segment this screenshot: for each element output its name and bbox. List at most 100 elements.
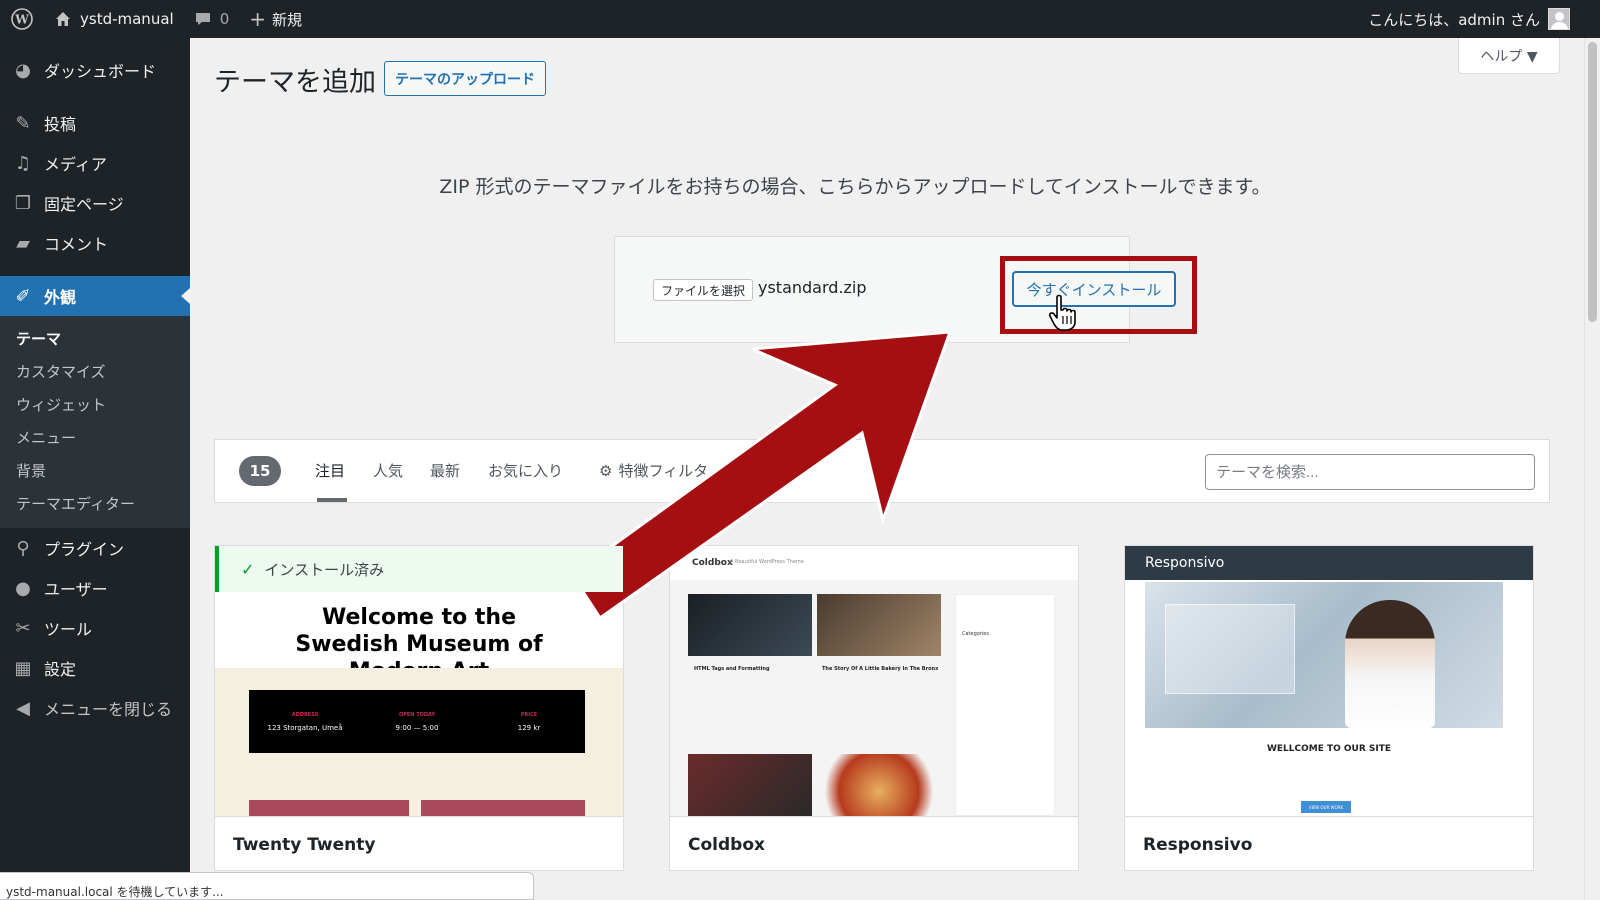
sidebar-item-label: プラグイン: [44, 540, 125, 559]
help-tab-button[interactable]: ヘルプ ▼: [1458, 38, 1560, 74]
submenu-background[interactable]: 背景: [0, 454, 190, 487]
theme-filter-bar: 15 注目 人気 最新 お気に入り ⚙ 特徴フィルタ: [214, 439, 1550, 503]
submenu-theme-editor[interactable]: テーマエディター: [0, 487, 190, 520]
tab-feature-filter[interactable]: ⚙ 特徴フィルタ: [599, 460, 708, 481]
theme-name: Twenty Twenty: [215, 816, 623, 870]
theme-name: Responsivo: [1125, 816, 1533, 870]
theme-search-input[interactable]: [1205, 454, 1535, 490]
plugin-icon: ⚲: [16, 537, 30, 559]
sidebar-item-label: メディア: [44, 155, 107, 174]
highlight-box: [1000, 256, 1197, 334]
main-content: テーマを追加 テーマのアップロード ヘルプ ▼ ZIP 形式のテーマファイルをお…: [190, 38, 1584, 900]
sidebar-item-posts[interactable]: ✎ 投稿: [0, 103, 190, 143]
comments-link[interactable]: 0: [184, 0, 240, 38]
comment-bubble-icon: [195, 13, 210, 25]
preview-post-image: [688, 754, 812, 816]
info-label: OPEN TODAY: [398, 711, 436, 718]
info-value: 129 kr: [517, 723, 541, 732]
sidebar-item-dashboard[interactable]: ◕ ダッシュボード: [0, 50, 190, 90]
tab-latest[interactable]: 最新: [430, 460, 460, 481]
theme-name: Coldbox: [670, 816, 1078, 870]
dashboard-icon: ◕: [15, 59, 31, 81]
submenu-themes[interactable]: テーマ: [0, 322, 190, 355]
preview-post-image: [817, 754, 941, 816]
theme-card-coldbox[interactable]: Coldbox A Beautiful WordPress Theme HTML…: [669, 545, 1079, 871]
active-tab-indicator: [317, 498, 347, 502]
theme-count-badge: 15: [239, 456, 281, 486]
settings-icon: ▦: [14, 657, 32, 679]
hand-cursor-icon: [1049, 294, 1076, 331]
site-name-link[interactable]: ystd-manual: [44, 0, 184, 38]
info-value: 9:00 — 5:00: [395, 723, 439, 732]
sidebar-collapse-menu[interactable]: ◀ メニューを閉じる: [0, 688, 190, 728]
theme-card-twenty-twenty[interactable]: ✓ インストール済み Welcome to the Swedish Museum…: [214, 545, 624, 871]
sidebar-item-label: コメント: [44, 235, 109, 254]
sidebar-item-tools[interactable]: ✂ ツール: [0, 608, 190, 648]
info-value: 123 Storgatan, Umeå: [267, 723, 343, 732]
preview-post-title: HTML Tags and Formatting: [694, 666, 770, 672]
preview-sidebar: Categories: [955, 594, 1055, 816]
sidebar-item-media[interactable]: ♫ メディア: [0, 143, 190, 183]
comment-icon: ▰: [16, 232, 30, 254]
installed-label: インストール済み: [264, 560, 385, 579]
home-icon: [56, 12, 70, 26]
submenu-customize[interactable]: カスタマイズ: [0, 355, 190, 388]
preview-logo: Coldbox: [692, 558, 733, 568]
tab-featured[interactable]: 注目: [315, 460, 345, 481]
checkmark-icon: ✓: [241, 559, 255, 579]
greeting: こんにちは、admin さん: [1368, 10, 1540, 29]
new-label: 新規: [272, 10, 303, 29]
installed-notice: ✓ インストール済み: [215, 546, 623, 592]
theme-card-responsivo[interactable]: Responsivo WELLCOME TO OUR SITE VIEW OUR…: [1124, 545, 1534, 871]
preview-hero-image: [1145, 582, 1503, 728]
preview-logo: Responsivo: [1145, 555, 1225, 571]
admin-bar: W ystd-manual 0 + 新規 こんにちは、admin さん: [0, 0, 1600, 38]
upload-theme-button[interactable]: テーマのアップロード: [384, 61, 546, 96]
gear-icon: ⚙: [599, 462, 613, 480]
submenu-widgets[interactable]: ウィジェット: [0, 388, 190, 421]
admin-sidebar: ◕ ダッシュボード ✎ 投稿 ♫ メディア ❐ 固定ページ ▰ コメント ✐ 外…: [0, 38, 190, 900]
new-content-link[interactable]: + 新規: [239, 0, 312, 38]
preview-header: Responsivo: [1125, 546, 1533, 580]
feature-filter-label: 特徴フィルタ: [618, 462, 709, 480]
sidebar-item-appearance[interactable]: ✐ 外観: [0, 276, 190, 316]
info-label: PRICE: [520, 711, 538, 718]
sidebar-item-pages[interactable]: ❐ 固定ページ: [0, 183, 190, 223]
account-menu[interactable]: こんにちは、admin さん: [1368, 8, 1600, 30]
tab-popular[interactable]: 人気: [373, 460, 403, 481]
sidebar-item-label: 固定ページ: [44, 195, 124, 214]
media-icon: ♫: [14, 152, 32, 174]
sidebar-item-users[interactable]: ● ユーザー: [0, 568, 190, 608]
preview-image-block: [249, 800, 409, 816]
preview-post-image: [817, 594, 941, 656]
appearance-submenu: テーマ カスタマイズ ウィジェット メニュー 背景 テーマエディター: [0, 316, 190, 528]
page-title: テーマを追加: [214, 67, 376, 98]
site-name: ystd-manual: [80, 10, 174, 28]
preview-info-bar: ADDRESS 123 Storgatan, Umeå OPEN TODAY 9:0…: [249, 690, 585, 753]
sidebar-item-settings[interactable]: ▦ 設定: [0, 648, 190, 688]
sidebar-item-label: 投稿: [44, 115, 77, 134]
sidebar-item-plugins[interactable]: ⚲ プラグイン: [0, 528, 190, 568]
wordpress-logo-icon[interactable]: W: [0, 0, 44, 38]
page-scrollbar[interactable]: [1584, 38, 1600, 900]
preview-post-title: The Story Of A Little Bakery In The Bron…: [822, 666, 939, 672]
selected-file-name: ystandard.zip: [758, 278, 867, 297]
preview-post-card: [817, 674, 941, 750]
preview-hero-figure: [1345, 600, 1435, 728]
submenu-menus[interactable]: メニュー: [0, 421, 190, 454]
tab-favorites[interactable]: お気に入り: [488, 460, 563, 481]
sidebar-item-comments[interactable]: ▰ コメント: [0, 223, 190, 263]
choose-file-button[interactable]: ファイルを選択: [653, 279, 754, 301]
scrollbar-thumb[interactable]: [1588, 42, 1597, 322]
info-label: ADDRESS: [291, 711, 319, 718]
upload-description: ZIP 形式のテーマファイルをお持ちの場合、こちらからアップロードしてインストー…: [439, 176, 1271, 198]
sidebar-item-label: ダッシュボード: [44, 62, 157, 81]
page-icon: ❐: [14, 192, 32, 214]
plus-icon: +: [249, 7, 266, 31]
svg-text:W: W: [14, 13, 29, 27]
theme-screenshot: Responsivo WELLCOME TO OUR SITE VIEW OUR…: [1125, 546, 1533, 816]
preview-tagline: A Beautiful WordPress Theme: [730, 559, 804, 565]
appearance-icon: ✐: [15, 285, 31, 307]
help-label: ヘルプ ▼: [1480, 48, 1538, 65]
preview-hero-panel: [1165, 604, 1295, 694]
